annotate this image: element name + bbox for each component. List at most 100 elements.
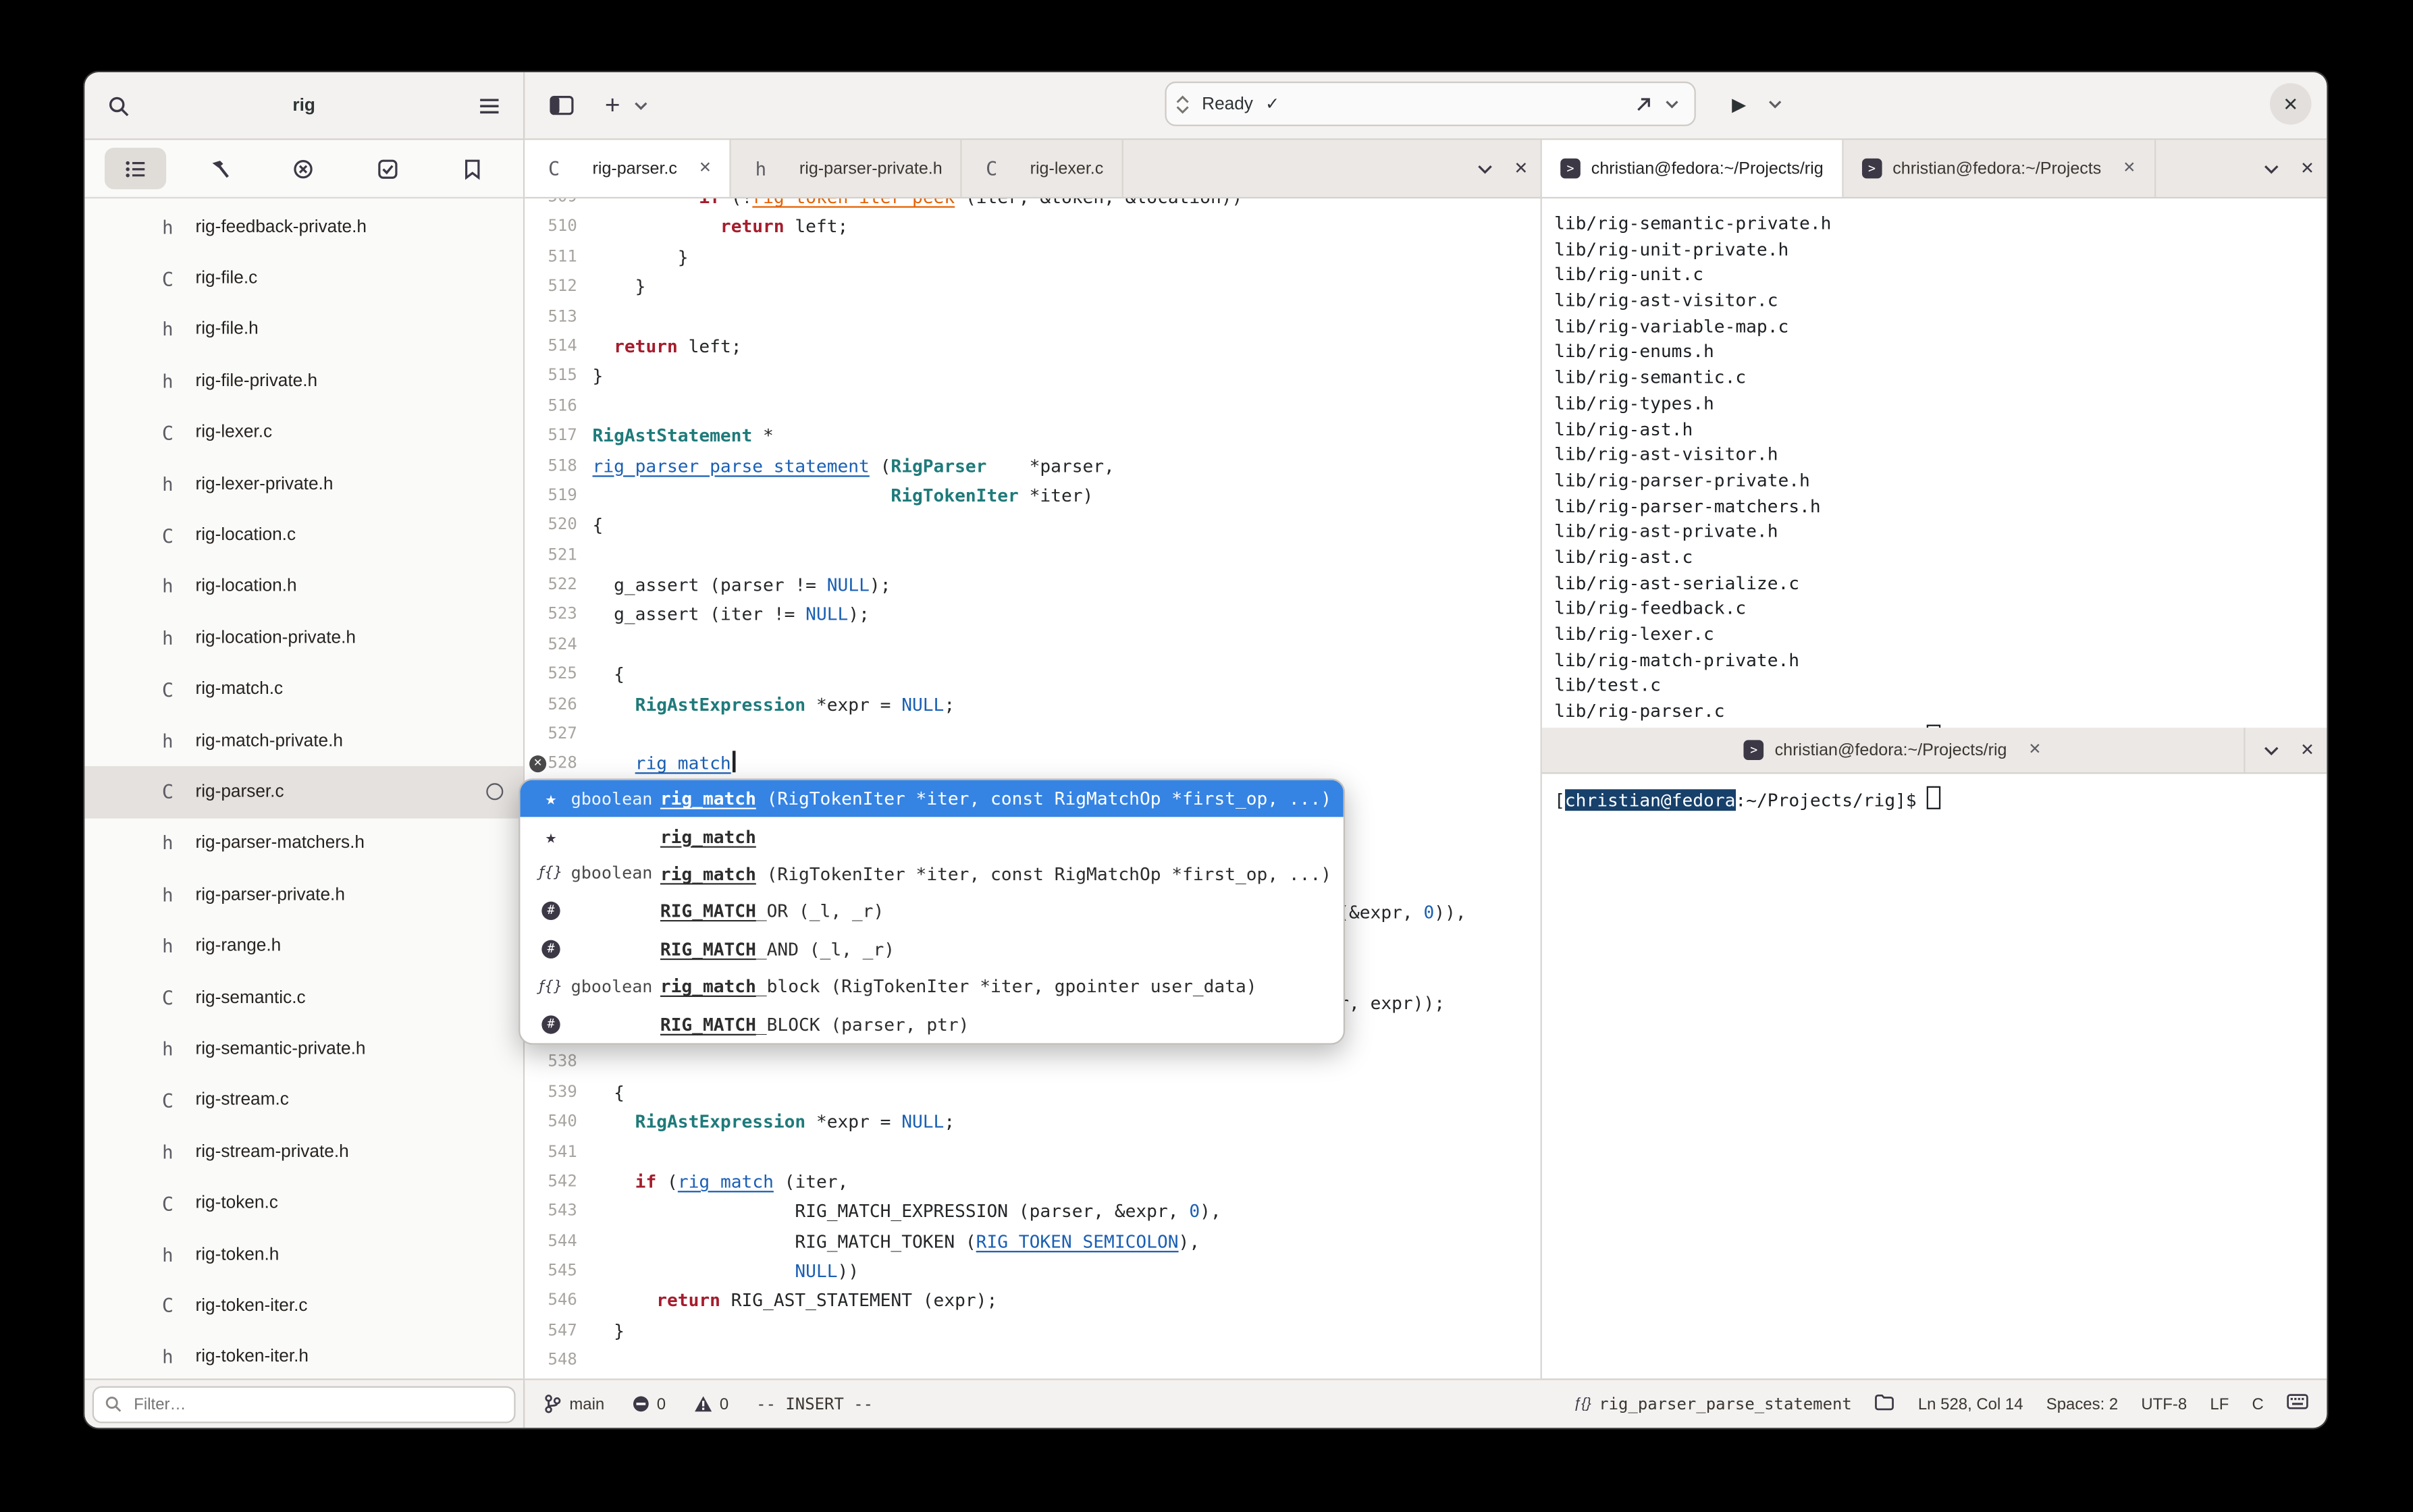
file-row[interactable]: h rig-file-private.h <box>84 356 523 407</box>
completion-label: rig_match_block (RigTokenIter *iter, gpo… <box>660 975 1257 998</box>
terminal-top[interactable]: lib/rig-semantic-private.h lib/rig-unit-p… <box>1541 198 2327 728</box>
editor-tab[interactable]: h rig-parser-private.h <box>732 140 963 197</box>
vim-mode-indicator: -- INSERT -- <box>756 1395 874 1413</box>
file-row[interactable]: Crig-stream.c <box>84 1075 523 1126</box>
token: *iter) <box>1018 484 1094 506</box>
completion-row[interactable]: # RIG_MATCH_OR (_l, _r) <box>520 892 1343 930</box>
close-frame-button[interactable]: ✕ <box>2300 740 2314 760</box>
tab-label: rig-parser.c <box>592 159 677 178</box>
branch-indicator[interactable]: main <box>543 1394 604 1414</box>
completion-row[interactable]: ★ rig_match <box>520 817 1343 855</box>
file-row[interactable]: h rig-token.h <box>84 1229 523 1280</box>
file-row[interactable]: Crig-token-iter.c <box>84 1280 523 1332</box>
completion-row[interactable]: ƒ{} gboolean rig_match (RigTokenIter *iter… <box>520 855 1343 893</box>
tab-list-button[interactable] <box>2257 147 2285 190</box>
terminal-output-line: lib/rig-ast.c <box>1554 546 1693 568</box>
cursor-position[interactable]: Ln 528, Col 14 <box>1918 1395 2023 1413</box>
panel-toggle-icon <box>550 96 574 115</box>
terminal-tab[interactable]: > christian@fedora:~/Projects/rig <box>1541 140 1844 197</box>
terminal-tab[interactable]: > christian@fedora:~/Projects/rig ✕ <box>1542 728 2245 773</box>
file-row[interactable]: h rig-location-private.h <box>84 612 523 664</box>
line-ending-setting[interactable]: LF <box>2210 1395 2229 1413</box>
file-row[interactable]: h rig-semantic-private.h <box>84 1023 523 1075</box>
close-icon[interactable]: ✕ <box>2028 742 2041 759</box>
build-menu-button[interactable] <box>1658 82 1685 126</box>
sidebar-tab-diagnostics[interactable] <box>273 148 335 190</box>
warning-count[interactable]: 0 <box>693 1395 728 1413</box>
code-text: RigAstExpression *expr = NULL; <box>593 1108 955 1137</box>
close-icon[interactable]: ✕ <box>699 160 712 177</box>
file-name: rig-file.h <box>195 321 259 340</box>
project-directory-button[interactable] <box>1875 1393 1895 1415</box>
close-frame-button[interactable]: ✕ <box>2300 159 2314 178</box>
file-row[interactable]: h rig-lexer-private.h <box>84 458 523 510</box>
current-symbol[interactable]: ƒ{} rig_parser_parse_statement <box>1573 1395 1852 1413</box>
editor-tabbar: Crig-parser.c ✕ h rig-parser-private.h Crig-… <box>525 140 1541 199</box>
file-row[interactable]: h rig-stream-private.h <box>84 1127 523 1178</box>
build-button[interactable] <box>1630 82 1658 126</box>
tab-label: christian@fedora:~/Projects/rig <box>1591 159 1824 178</box>
completion-row[interactable]: # RIG_MATCH_AND (_l, _r) <box>520 930 1343 968</box>
keyboard-button[interactable] <box>2287 1394 2308 1414</box>
folder-icon <box>1875 1393 1894 1410</box>
code-text: { <box>593 1078 625 1108</box>
language-setting[interactable]: C <box>2252 1395 2264 1413</box>
filter-input[interactable] <box>130 1393 504 1415</box>
omnibar[interactable]: Ready ✓ <box>1165 81 1696 126</box>
sidebar-tab-bookmarks[interactable] <box>441 148 502 190</box>
indentation-setting[interactable]: Spaces: 2 <box>2046 1395 2118 1413</box>
tab-list-button[interactable] <box>1471 147 1499 190</box>
terminal-tabbar-top: > christian@fedora:~/Projects/rig > christi… <box>1541 140 2327 199</box>
file-row[interactable]: h rig-feedback-private.h <box>84 202 523 253</box>
file-name: rig-parser.c <box>195 783 284 802</box>
terminal-output-line: lib/rig-unit.c <box>1554 263 1704 286</box>
filter-field[interactable] <box>92 1385 516 1423</box>
token: )), <box>1434 902 1466 924</box>
file-row[interactable]: Crig-file.c <box>84 253 523 304</box>
file-row[interactable]: h rig-file.h <box>84 304 523 356</box>
terminal-output-line: lib/rig-parser.c <box>1554 700 1725 722</box>
sidebar-tab-todo[interactable] <box>357 148 419 190</box>
file-row[interactable]: Crig-lexer.c <box>84 407 523 458</box>
completion-row[interactable]: ★ gboolean rig_match (RigTokenIter *iter, … <box>520 780 1344 818</box>
file-row[interactable]: Crig-semantic.c <box>84 972 523 1023</box>
file-row[interactable]: h rig-token-iter.h <box>84 1332 523 1378</box>
sidebar-tab-files[interactable] <box>105 147 167 190</box>
search-button[interactable] <box>97 84 140 127</box>
editor-tab[interactable]: Crig-parser.c ✕ <box>525 140 732 197</box>
file-row[interactable]: h rig-range.h <box>84 921 523 972</box>
file-row[interactable]: h rig-location.h <box>84 561 523 612</box>
file-row[interactable]: h rig-parser-private.h <box>84 869 523 921</box>
file-row[interactable]: Crig-location.c <box>84 510 523 561</box>
code-text: return left; <box>593 332 741 362</box>
file-row[interactable]: Crig-token.c <box>84 1178 523 1229</box>
encoding-setting[interactable]: UTF-8 <box>2141 1395 2187 1413</box>
close-frame-button[interactable]: ✕ <box>1514 159 1528 178</box>
new-tab-menu-button[interactable] <box>627 84 654 127</box>
terminal-bottom[interactable]: [christian@fedora:~/Projects/rig]$ <box>1541 774 2327 1379</box>
file-row[interactable]: Crig-match.c <box>84 664 523 716</box>
terminal-tab[interactable]: > christian@fedora:~/Projects ✕ <box>1843 140 2156 197</box>
error-count[interactable]: 0 <box>632 1395 666 1413</box>
new-tab-button[interactable]: + <box>599 84 627 127</box>
file-row[interactable]: h rig-match-private.h <box>84 716 523 767</box>
window-close-button[interactable]: ✕ <box>2269 83 2312 125</box>
file-name: rig-match-private.h <box>195 732 343 751</box>
file-row[interactable]: Crig-parser.c <box>84 766 523 818</box>
chevron-down-icon <box>2264 164 2278 173</box>
completion-row[interactable]: ƒ{} gboolean rig_match_block (RigTokenIter… <box>520 968 1343 1006</box>
chevron-down-icon <box>634 101 647 109</box>
completion-row[interactable]: # RIG_MATCH_BLOCK (parser, ptr) <box>520 1005 1343 1043</box>
close-icon[interactable]: ✕ <box>2123 160 2136 177</box>
menu-button[interactable] <box>468 84 511 127</box>
file-row[interactable]: h rig-parser-matchers.h <box>84 818 523 869</box>
sidebar-tab-build[interactable] <box>189 148 250 190</box>
tab-list-button[interactable] <box>2257 728 2285 772</box>
run-menu-button[interactable] <box>1761 83 1788 126</box>
code-line: 518 rig_parser_parse_statement (RigParser… <box>525 452 1540 481</box>
completion-label: RIG_MATCH_OR (_l, _r) <box>660 900 884 923</box>
token: RIG_AST_STATEMENT (expr); <box>720 1290 998 1312</box>
run-button[interactable]: ▶ <box>1718 83 1761 126</box>
toggle-sidebar-button[interactable] <box>540 84 583 127</box>
editor-tab[interactable]: Crig-lexer.c <box>962 140 1123 197</box>
